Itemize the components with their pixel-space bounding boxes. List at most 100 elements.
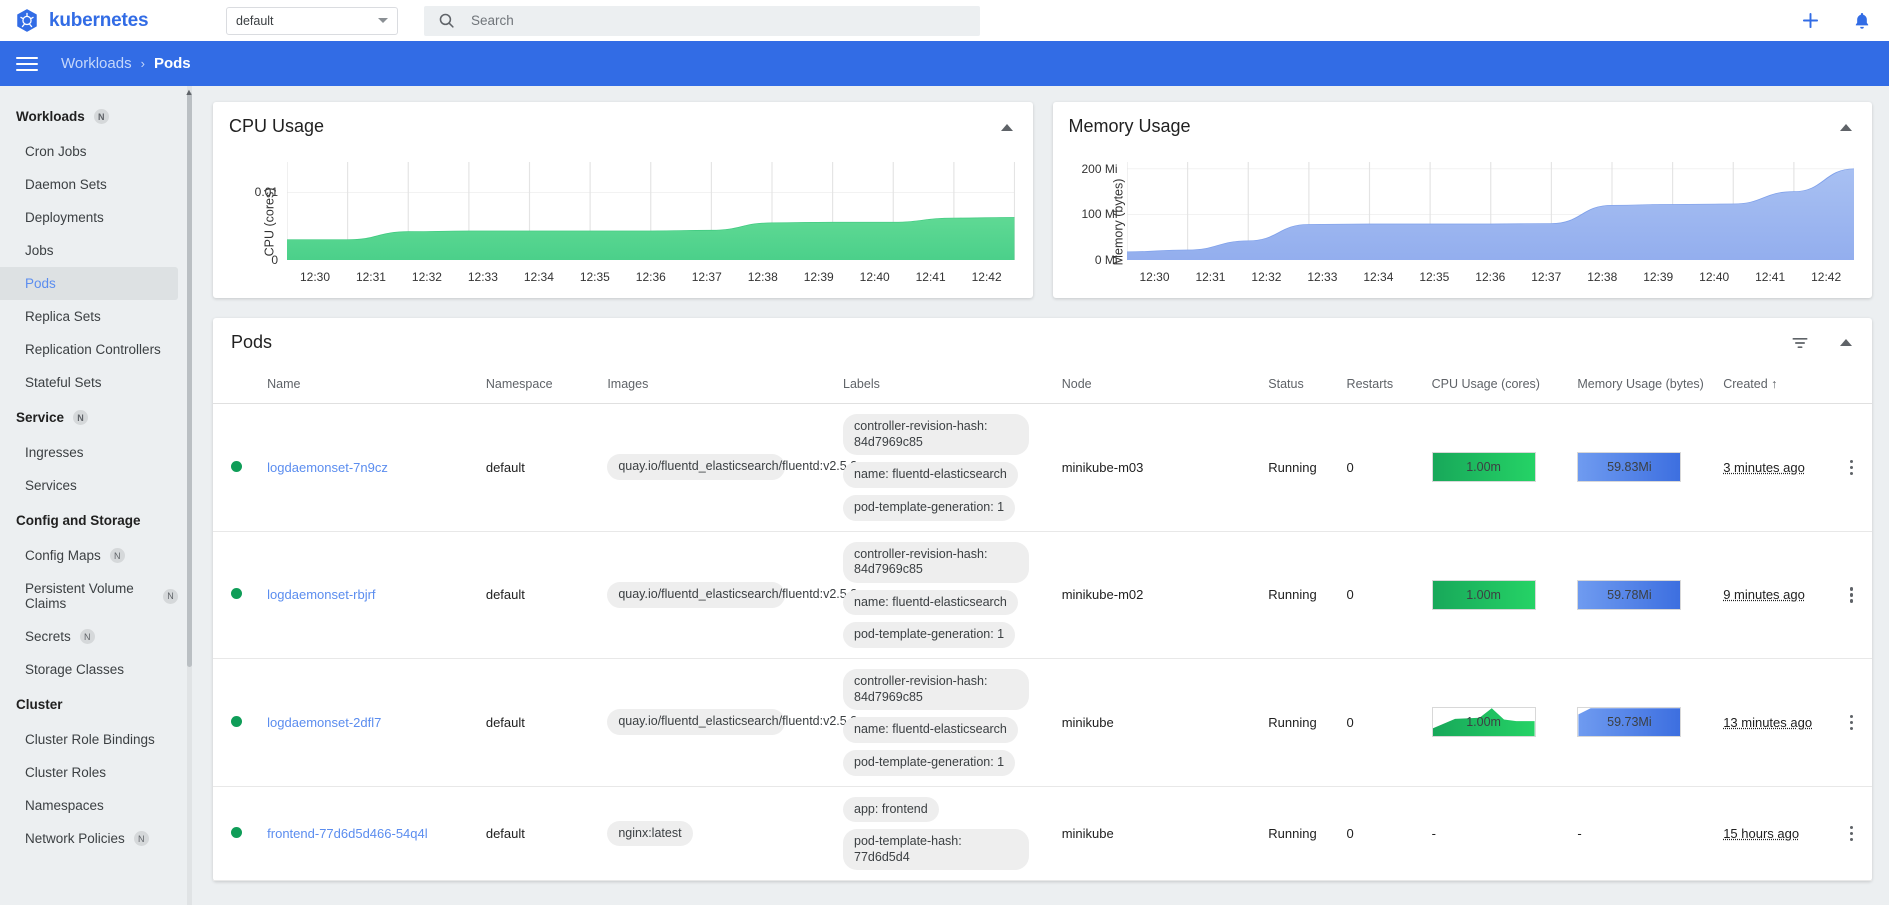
row-images: quay.io/fluentd_elasticsearch/fluentd:v2…: [599, 403, 857, 532]
sidebar-item-label: Stateful Sets: [25, 375, 102, 390]
notifications-button[interactable]: [1851, 10, 1873, 32]
pod-name-link[interactable]: frontend-77d6d5d466-54q4l: [267, 826, 427, 841]
column-header-status[interactable]: Status: [1260, 369, 1339, 404]
row-actions[interactable]: [1830, 658, 1872, 787]
sidebar-item-stateful-sets[interactable]: Stateful Sets: [0, 366, 178, 399]
topbar-actions: [1799, 0, 1873, 41]
column-header-created[interactable]: Created ↑: [1715, 369, 1831, 404]
created-timestamp[interactable]: 15 hours ago: [1723, 826, 1799, 841]
row-pod-name[interactable]: logdaemonset-rbjrf: [259, 531, 478, 659]
row-pod-name[interactable]: logdaemonset-7n9cz: [259, 403, 478, 532]
search-input[interactable]: [471, 13, 966, 28]
row-actions[interactable]: [1830, 403, 1872, 532]
cpu-xticks-label: 12:38: [747, 270, 778, 284]
namespace-value: default: [485, 825, 525, 841]
row-memory-usage: 59.73Mi: [1569, 658, 1716, 787]
memory-plot: 200 Mi 100 Mi 0 Mi: [1081, 162, 1855, 267]
sidebar-item-services[interactable]: Services: [0, 469, 178, 502]
column-header-label: Namespace: [485, 377, 553, 391]
row-created[interactable]: 15 hours ago: [1715, 786, 1831, 882]
kebab-menu-icon[interactable]: [1839, 587, 1864, 603]
row-created[interactable]: 3 minutes ago: [1715, 403, 1831, 532]
column-header-label: Labels: [843, 377, 880, 391]
mem-plot-y-tick: 100 Mi: [1081, 207, 1118, 222]
status-value: Running: [1268, 459, 1317, 475]
created-timestamp[interactable]: 3 minutes ago: [1723, 460, 1805, 475]
filter-icon[interactable]: [1790, 333, 1810, 353]
pod-name-link[interactable]: logdaemonset-2dfl7: [267, 715, 381, 730]
row-actions[interactable]: [1830, 786, 1872, 882]
cpu-xticks-label: 12:36: [635, 270, 666, 284]
column-header-memory-usage-bytes[interactable]: Memory Usage (bytes): [1569, 369, 1716, 404]
sidebar-item-replication-controllers[interactable]: Replication Controllers: [0, 333, 178, 366]
sidebar-item-deployments[interactable]: Deployments: [0, 201, 178, 234]
sidebar-item-daemon-sets[interactable]: Daemon Sets: [0, 168, 178, 201]
image-chip-list: quay.io/fluentd_elasticsearch/fluentd:v2…: [607, 454, 857, 481]
sidebar-item-storage-classes[interactable]: Storage Classes: [0, 653, 178, 686]
memory-collapse-chevron-up-icon[interactable]: [1840, 124, 1852, 131]
sidebar-item-cron-jobs[interactable]: Cron Jobs: [0, 135, 178, 168]
column-header-labels[interactable]: Labels: [835, 369, 1054, 404]
cpu-xticks-label: 12:34: [523, 270, 554, 284]
column-header-namespace[interactable]: Namespace: [477, 369, 600, 404]
search-container[interactable]: [424, 5, 980, 36]
row-pod-name[interactable]: frontend-77d6d5d466-54q4l: [259, 786, 478, 882]
page-body: ▲ Workloads N Cron Jobs Daemon Sets Deployme…: [0, 86, 1889, 905]
namespaced-badge: N: [73, 410, 89, 425]
add-button[interactable]: [1799, 10, 1821, 32]
table-row[interactable]: logdaemonset-2dfl7 default quay.io/fluentd…: [213, 658, 1872, 787]
column-header-cpu-usage-cores[interactable]: CPU Usage (cores): [1423, 369, 1570, 404]
sidebar-item-persistent-volume-claims[interactable]: Persistent Volume Claims N: [0, 572, 178, 620]
namespace-selector[interactable]: default: [226, 6, 398, 35]
sidebar-item-ingresses[interactable]: Ingresses: [0, 436, 178, 469]
sidebar-item-replica-sets[interactable]: Replica Sets: [0, 300, 178, 333]
sidebar-item-secrets[interactable]: Secrets N: [0, 620, 178, 653]
namespace-selected-value: default: [236, 13, 274, 28]
row-created[interactable]: 13 minutes ago: [1715, 658, 1831, 787]
kebab-menu-icon[interactable]: [1839, 825, 1864, 842]
column-header-label: Name: [267, 377, 301, 391]
sidebar-item-pods[interactable]: Pods: [0, 267, 178, 300]
sidebar-item-config-maps[interactable]: Config Maps N: [0, 539, 178, 572]
row-pod-name[interactable]: logdaemonset-2dfl7: [259, 658, 478, 787]
pod-name-link[interactable]: logdaemonset-rbjrf: [267, 587, 375, 602]
created-timestamp[interactable]: 9 minutes ago: [1723, 587, 1805, 602]
top-app-bar: kubernetes default: [0, 0, 1889, 41]
pod-name-link[interactable]: logdaemonset-7n9cz: [267, 460, 388, 475]
node-value: minikube: [1061, 714, 1114, 730]
sidebar-item-cluster-roles[interactable]: Cluster Roles: [0, 756, 178, 789]
sidebar-item-label: Persistent Volume Claims: [25, 581, 134, 611]
breadcrumb-parent[interactable]: Workloads: [61, 55, 132, 72]
pods-collapse-chevron-up-icon[interactable]: [1840, 339, 1852, 346]
row-cpu-usage: -: [1423, 786, 1570, 882]
namespaced-badge: N: [93, 109, 109, 124]
image-chip-list: nginx:latest: [607, 820, 827, 847]
memory-usage-bar: 59.83Mi: [1577, 452, 1682, 483]
column-header-name[interactable]: Name: [259, 369, 478, 404]
sidebar-item-cluster-role-bindings[interactable]: Cluster Role Bindings: [0, 723, 178, 756]
sidebar-scrollbar-thumb[interactable]: [187, 92, 192, 667]
hamburger-menu-icon[interactable]: [16, 56, 38, 71]
brand-logo[interactable]: kubernetes: [14, 8, 200, 34]
sidebar-item-network-policies[interactable]: Network Policies N: [0, 822, 178, 855]
kebab-menu-icon[interactable]: [1839, 459, 1864, 475]
column-header-images[interactable]: Images: [599, 369, 836, 404]
sidebar-item-jobs[interactable]: Jobs: [0, 234, 178, 267]
sidebar-item-label: Daemon Sets: [25, 177, 107, 192]
row-created[interactable]: 9 minutes ago: [1715, 531, 1831, 659]
row-status-indicator: [213, 403, 260, 532]
column-header-restarts[interactable]: Restarts: [1338, 369, 1424, 404]
cpu-collapse-chevron-up-icon[interactable]: [1000, 124, 1013, 131]
sidebar-item-namespaces[interactable]: Namespaces: [0, 789, 178, 822]
table-row[interactable]: frontend-77d6d5d466-54q4l default nginx:la…: [213, 786, 1872, 882]
table-row[interactable]: logdaemonset-rbjrf default quay.io/fluentd…: [213, 531, 1872, 659]
kebab-menu-icon[interactable]: [1839, 714, 1864, 730]
column-header-node[interactable]: Node: [1053, 369, 1261, 404]
row-actions[interactable]: [1830, 531, 1872, 659]
row-status: Running: [1260, 658, 1339, 787]
table-row[interactable]: logdaemonset-7n9cz default quay.io/fluentd…: [213, 403, 1872, 532]
scroll-up-icon[interactable]: ▲: [183, 86, 195, 98]
sidebar-group-label: Config and Storage: [16, 513, 141, 528]
sidebar-item-label: Cluster Roles: [25, 765, 107, 780]
created-timestamp[interactable]: 13 minutes ago: [1723, 715, 1812, 730]
